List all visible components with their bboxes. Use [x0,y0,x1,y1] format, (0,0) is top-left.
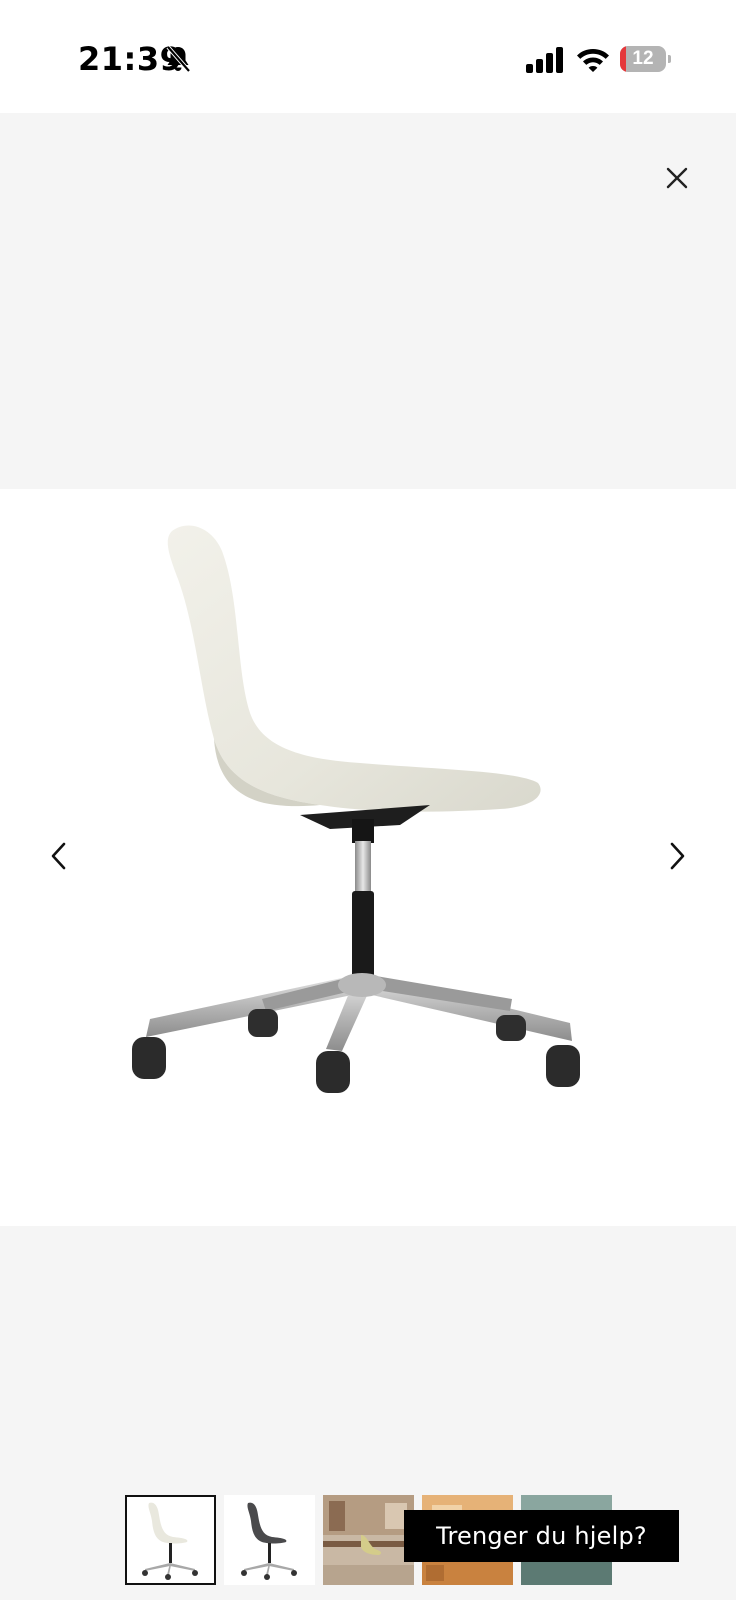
next-image-button[interactable] [653,826,701,886]
battery-level: 12 [632,48,654,69]
white-chair-thumbnail [125,1495,216,1585]
wifi-icon [577,49,609,72]
dark-grey-chair-thumbnail [224,1495,315,1585]
battery-icon: 12 [620,46,671,72]
thumbnail-1[interactable] [125,1495,216,1585]
status-bar: 21:39 12 [0,0,736,113]
main-product-image[interactable] [0,489,736,1226]
close-icon [666,167,688,189]
chevron-left-icon [51,842,66,870]
chair-in-home-office-thumbnail [323,1495,414,1585]
bell-slash-icon [166,45,191,73]
help-button[interactable]: Trenger du hjelp? [404,1510,679,1562]
office-chair-image [132,525,580,1093]
cellular-signal-icon [526,47,563,73]
image-gallery-viewer: Trenger du hjelp? [0,113,736,1600]
previous-image-button[interactable] [35,826,83,886]
chevron-right-icon [670,842,685,870]
thumbnail-3[interactable] [323,1495,414,1585]
close-button[interactable] [656,157,698,199]
thumbnail-2[interactable] [224,1495,315,1585]
